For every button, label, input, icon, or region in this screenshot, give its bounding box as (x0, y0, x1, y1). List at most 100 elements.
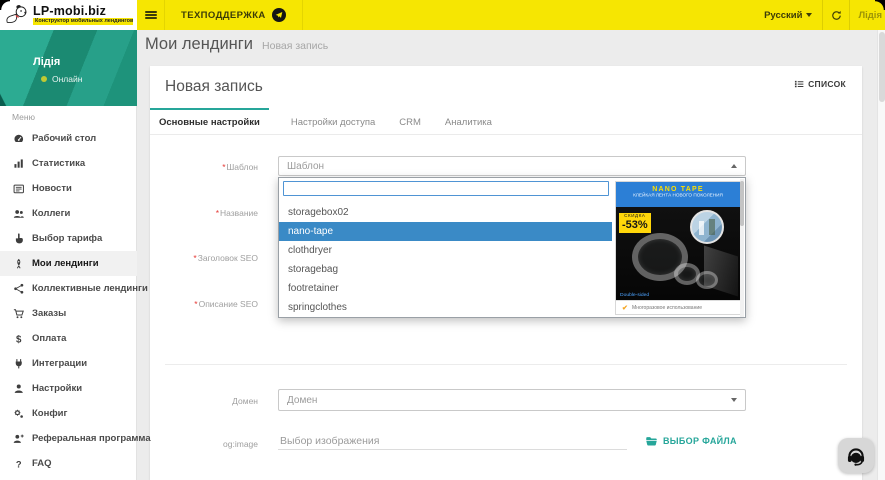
sidebar-item-label: Реферальная программа (32, 433, 151, 444)
user-name: Лідія (33, 56, 61, 68)
domain-select[interactable]: Домен (278, 389, 746, 411)
file-select-button[interactable]: ВЫБОР ФАЙЛА (645, 432, 737, 450)
card-title: Новая запись (165, 78, 263, 95)
telegram-icon (271, 8, 286, 22)
sidebar-item-config[interactable]: Конфиг (0, 401, 137, 426)
landings-icon (12, 257, 25, 270)
page-scrollbar-thumb[interactable] (879, 32, 885, 102)
template-options-list: storagebox02 nano-tape clothdryer storag… (279, 203, 612, 317)
tab-analytics[interactable]: Аналитика (433, 108, 504, 134)
tab-main-settings[interactable]: Основные настройки (150, 108, 269, 134)
required-asterisk: * (194, 299, 198, 309)
preview-inset-photo (690, 210, 724, 244)
chevron-up-icon (731, 164, 737, 168)
list-button[interactable]: СПИСОК (794, 79, 846, 89)
tape-strip-graphic (704, 245, 738, 297)
tab-label: Аналитика (444, 116, 492, 128)
sidebar-item-colleagues[interactable]: Коллеги (0, 201, 137, 226)
tariff-icon (12, 232, 25, 245)
sidebar-menu: Рабочий стол Статистика Новости Коллеги … (0, 126, 151, 476)
sidebar-item-label: Оплата (32, 333, 67, 344)
online-dot (41, 76, 47, 82)
preview-title: NANO TAPE (652, 186, 704, 193)
preview-note: Double-sided (620, 292, 650, 298)
sidebar-item-referral[interactable]: Реферальная программа (0, 426, 151, 451)
sidebar-item-label: Заказы (32, 308, 67, 319)
hamburger-icon (144, 10, 157, 21)
sidebar-item-orders[interactable]: Заказы (0, 301, 137, 326)
language-dropdown[interactable]: Русский (754, 0, 822, 30)
user-status-label: Онлайн (52, 74, 83, 84)
support-widget-button[interactable] (838, 438, 874, 473)
template-option[interactable]: storagebag (279, 260, 612, 279)
template-preview-image: NANO TAPE КЛЕЙКАЯ ЛЕНТА НОВОГО ПОКОЛЕНИЯ… (615, 181, 741, 315)
refresh-button[interactable] (823, 0, 849, 30)
topbar-right: Русский Лідія (754, 0, 885, 30)
screen-corner (875, 0, 885, 10)
news-icon (12, 182, 25, 195)
preview-footer: ✔ Многоразовое использование (616, 300, 740, 314)
required-asterisk: * (222, 162, 226, 172)
template-option[interactable]: storagebox02 (279, 203, 612, 222)
sidebar-item-my-landings[interactable]: Мои лендинги (0, 251, 137, 276)
seo-title-field-label: *Заголовок SEO (193, 253, 258, 263)
tab-label: Настройки доступа (290, 116, 376, 128)
sidebar-item-label: Статистика (32, 158, 86, 169)
name-field-label: *Название (215, 208, 258, 218)
logo-text: LP-mobi.biz Конструктор мобильных лендин… (33, 5, 133, 25)
support-label: ТЕХПОДДЕРЖКА (181, 9, 266, 21)
template-option[interactable]: footretainer (279, 279, 612, 298)
domain-select-placeholder: Домен (287, 394, 318, 406)
user-status: Онлайн (41, 74, 82, 84)
referral-icon (12, 432, 25, 445)
required-asterisk: * (215, 208, 220, 218)
sidebar-item-label: Мои лендинги (32, 258, 99, 269)
tab-crm[interactable]: CRM (387, 108, 433, 134)
template-select-placeholder: Шаблон (287, 160, 325, 172)
template-option[interactable]: clothdryer (279, 241, 612, 260)
og-image-input[interactable] (278, 432, 627, 450)
og-image-field-label: og:image (223, 439, 258, 449)
sidebar-item-label: FAQ (32, 458, 52, 469)
sidebar-item-integrations[interactable]: Интеграции (0, 351, 137, 376)
file-select-label: ВЫБОР ФАЙЛА (663, 436, 737, 446)
sidebar-item-collective-landings[interactable]: Коллективные лендинги (0, 276, 148, 301)
sidebar-item-settings[interactable]: Настройки (0, 376, 137, 401)
tab-label: CRM (399, 116, 421, 128)
sidebar-item-statistics[interactable]: Статистика (0, 151, 137, 176)
sidebar-item-faq[interactable]: FAQ (0, 451, 137, 476)
form-divider (165, 364, 847, 365)
screen-corner (0, 0, 10, 10)
stats-icon (12, 157, 25, 170)
template-option-selected[interactable]: nano-tape (279, 222, 612, 241)
refresh-icon (831, 10, 842, 21)
sidebar-item-news[interactable]: Новости (0, 176, 137, 201)
sidebar-item-label: Коллеги (32, 208, 71, 219)
sidebar-item-payment[interactable]: Оплата (0, 326, 137, 351)
tab-access-settings[interactable]: Настройки доступа (279, 108, 387, 134)
new-record-card: Новая запись СПИСОК Основные настройки Н… (150, 66, 862, 480)
collective-landings-icon (12, 282, 25, 295)
preview-subtitle: КЛЕЙКАЯ ЛЕНТА НОВОГО ПОКОЛЕНИЯ (633, 193, 723, 199)
support-link[interactable]: ТЕХПОДДЕРЖКА (164, 0, 303, 30)
sidebar-item-dashboard[interactable]: Рабочий стол (0, 126, 137, 151)
topbar: ТЕХПОДДЕРЖКА Русский Лідія (137, 0, 885, 30)
dropdown-scrollbar[interactable] (740, 179, 744, 317)
logo[interactable]: LP-mobi.biz Конструктор мобильных лендин… (0, 0, 137, 30)
page-scrollbar[interactable] (877, 30, 885, 480)
template-option[interactable]: springclothes (279, 298, 612, 317)
tab-label: Основные настройки (159, 116, 260, 128)
logo-tagline: Конструктор мобильных лендингов (33, 18, 133, 25)
seo-description-field-label: *Описание SEO (194, 299, 258, 309)
template-select[interactable]: Шаблон (278, 156, 746, 176)
sidebar-toggle-button[interactable] (137, 0, 164, 30)
list-button-label: СПИСОК (808, 79, 846, 89)
app-window: LP-mobi.biz Конструктор мобильных лендин… (0, 0, 885, 480)
required-asterisk: * (193, 253, 197, 263)
headset-icon (845, 445, 867, 467)
config-icon (12, 407, 25, 420)
dropdown-scrollbar-thumb[interactable] (740, 181, 744, 226)
sidebar-item-tariff[interactable]: Выбор тарифа (0, 226, 137, 251)
colleagues-icon (12, 207, 25, 220)
template-search-input[interactable] (283, 181, 609, 196)
